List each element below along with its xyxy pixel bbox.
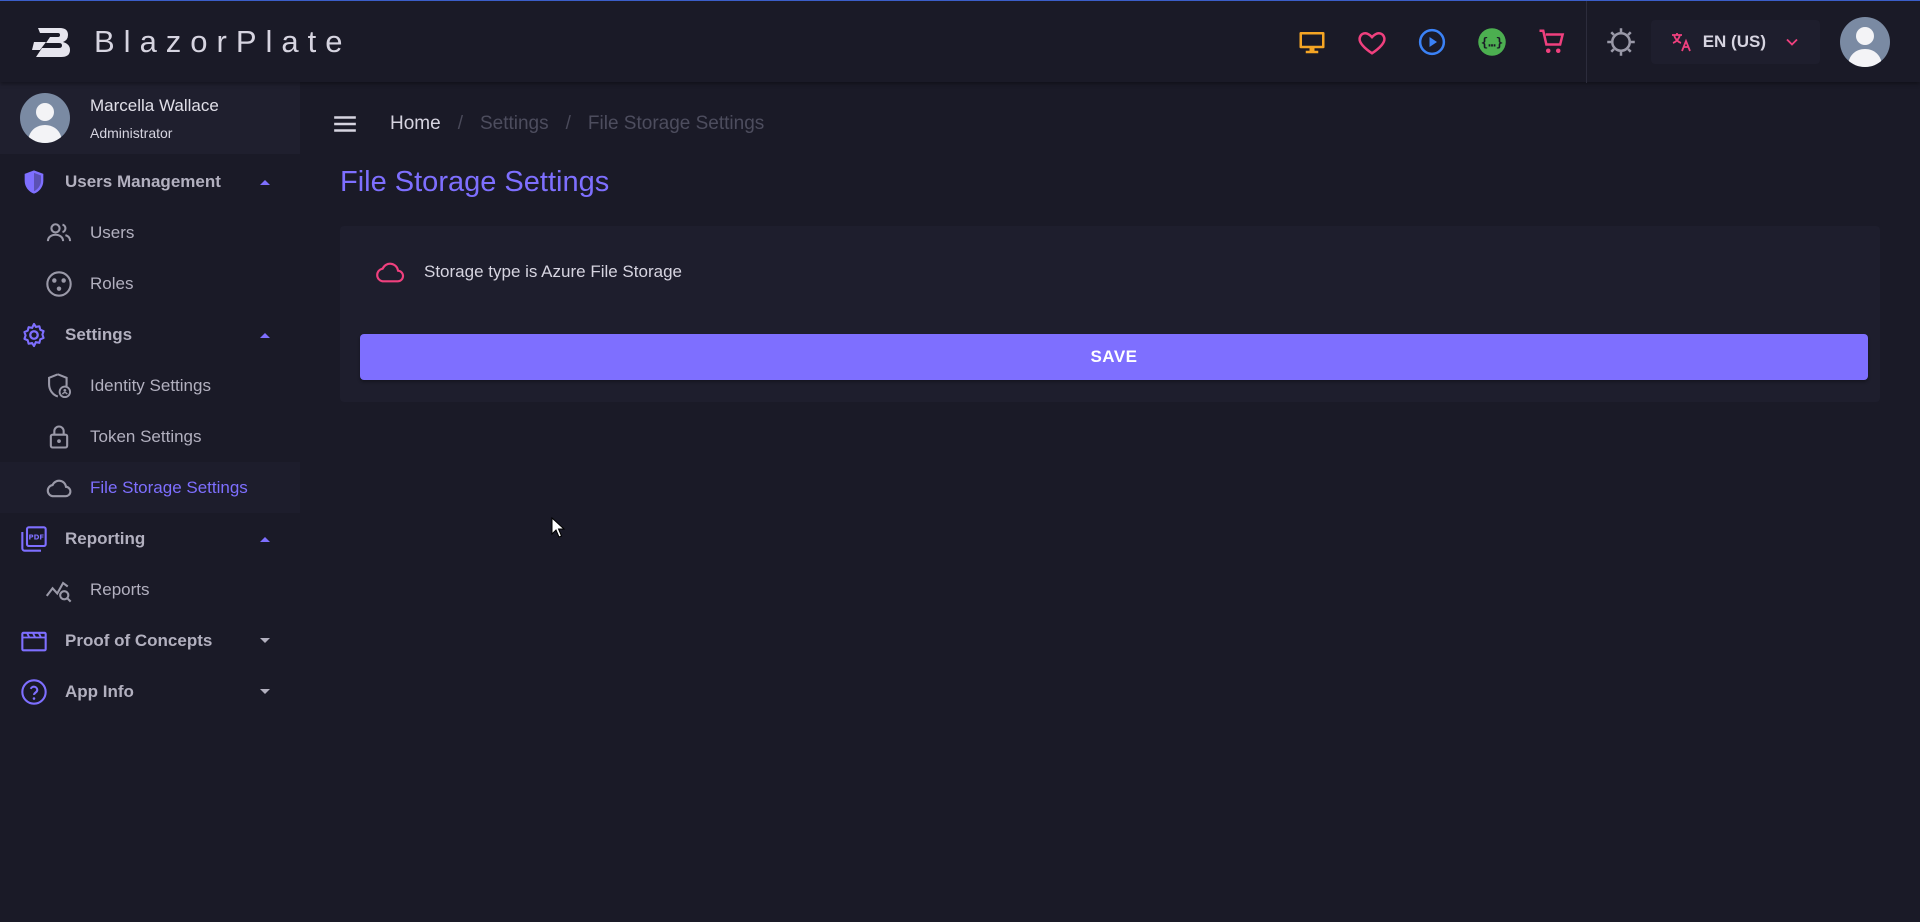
hamburger-menu-icon (334, 116, 356, 132)
language-selector[interactable]: EN (US) (1650, 20, 1820, 64)
menu-toggle-button[interactable] (330, 109, 360, 139)
shield-icon (24, 169, 44, 194)
caret-down-icon (260, 689, 270, 694)
user-avatar-icon (1848, 27, 1882, 67)
monitor-icon (1299, 32, 1325, 54)
api-icon: {…} (1477, 28, 1506, 56)
sidebar-item-label: Roles (90, 273, 134, 293)
user-avatar-icon (28, 103, 62, 143)
storage-type-text: Storage type is Azure File Storage (424, 262, 682, 281)
sidebar-item-label: Identity Settings (90, 375, 211, 395)
chevron-down-icon (1786, 38, 1798, 46)
svg-text:{…}: {…} (1480, 34, 1503, 49)
sidebar-group-proof-of-concepts[interactable]: Proof of Concepts (0, 615, 300, 666)
sidebar-group-label: Proof of Concepts (65, 630, 213, 650)
users-icon (46, 222, 72, 241)
sidebar-item-users[interactable]: Users (0, 207, 300, 258)
caret-up-icon (260, 180, 270, 185)
sidebar-item-label: File Storage Settings (90, 477, 248, 497)
sidebar-item-label: Token Settings (90, 426, 202, 446)
user-avatar-button[interactable] (1840, 17, 1890, 67)
sidebar-group-reporting[interactable]: PDF Reporting (0, 513, 300, 564)
theme-toggle-button[interactable] (1591, 1, 1651, 83)
sidebar-group-settings[interactable]: Settings (0, 309, 300, 360)
caret-down-icon (260, 638, 270, 643)
profile-text: Marcella Wallace Administrator (90, 96, 219, 141)
sidebar-group-label: Reporting (65, 528, 146, 548)
shield-user-icon (48, 372, 72, 398)
sidebar-item-file-storage-settings[interactable]: File Storage Settings (0, 462, 300, 513)
cloud-icon (46, 479, 72, 497)
translate-icon (1671, 33, 1691, 52)
chart-search-icon (45, 580, 72, 602)
sidebar-item-token-settings[interactable]: Token Settings (0, 411, 300, 462)
save-button[interactable]: SAVE (360, 334, 1868, 380)
top-app-bar: BlazorPlate {…} EN (US) (0, 0, 1920, 83)
top-actions: {…} EN (US) (1282, 1, 1920, 83)
language-label: EN (US) (1702, 32, 1766, 51)
api-button[interactable]: {…} (1462, 1, 1522, 83)
caret-up-icon (260, 333, 270, 338)
profile-card[interactable]: Marcella Wallace Administrator (0, 82, 300, 154)
profile-name: Marcella Wallace (90, 95, 219, 115)
sidebar-item-identity-settings[interactable]: Identity Settings (0, 360, 300, 411)
monitor-button[interactable] (1282, 1, 1342, 83)
main-content: Home / Settings / File Storage Settings … (300, 82, 1920, 922)
sidebar: Marcella Wallace Administrator Users Man… (0, 82, 300, 922)
breadcrumb-settings: Settings (479, 113, 549, 134)
sidebar-group-label: App Info (65, 681, 134, 701)
sidebar-item-roles[interactable]: Roles (0, 258, 300, 309)
brand[interactable]: BlazorPlate (32, 1, 352, 83)
breadcrumb-separator: / (565, 113, 571, 134)
play-button[interactable] (1402, 1, 1462, 83)
sidebar-group-users-management[interactable]: Users Management (0, 156, 300, 207)
storage-type-alert: Storage type is Azure File Storage (374, 256, 682, 288)
movie-icon (21, 631, 47, 651)
breadcrumb-separator: / (457, 113, 463, 134)
caret-up-icon (260, 537, 270, 542)
cloud-icon (376, 262, 405, 283)
file-storage-card: Storage type is Azure File Storage SAVE (340, 226, 1880, 402)
mouse-cursor-icon (551, 517, 565, 538)
sidebar-item-label: Reports (90, 579, 150, 599)
profile-role: Administrator (90, 124, 173, 141)
roles-icon (46, 270, 72, 297)
blazorplate-logo-icon (32, 27, 70, 57)
breadcrumb-current: File Storage Settings (587, 113, 765, 134)
sidebar-group-app-info[interactable]: App Info (0, 666, 300, 717)
pdf-icon: PDF (21, 525, 47, 552)
sidebar-nav: Users Management Users Roles Settings Id… (0, 156, 300, 717)
page-title: File Storage Settings (340, 166, 610, 198)
theme-icon (1606, 28, 1635, 56)
favorites-button[interactable] (1342, 1, 1402, 83)
brand-name: BlazorPlate (94, 23, 352, 59)
avatar (20, 93, 70, 143)
lock-icon (49, 425, 69, 449)
top-divider (1585, 1, 1587, 83)
gear-icon (23, 322, 45, 347)
cart-button[interactable] (1522, 1, 1582, 83)
sidebar-group-label: Settings (65, 324, 133, 344)
svg-text:PDF: PDF (28, 533, 44, 541)
heart-icon (1358, 31, 1386, 55)
breadcrumb: Home / Settings / File Storage Settings (330, 102, 764, 146)
sidebar-item-reports[interactable]: Reports (0, 564, 300, 615)
breadcrumb-home-link[interactable]: Home (390, 113, 441, 135)
sidebar-group-label: Users Management (65, 171, 221, 191)
sidebar-item-label: Users (90, 222, 135, 242)
play-circle-icon (1418, 28, 1445, 56)
cart-icon (1539, 29, 1564, 53)
help-circle-icon (21, 678, 47, 705)
